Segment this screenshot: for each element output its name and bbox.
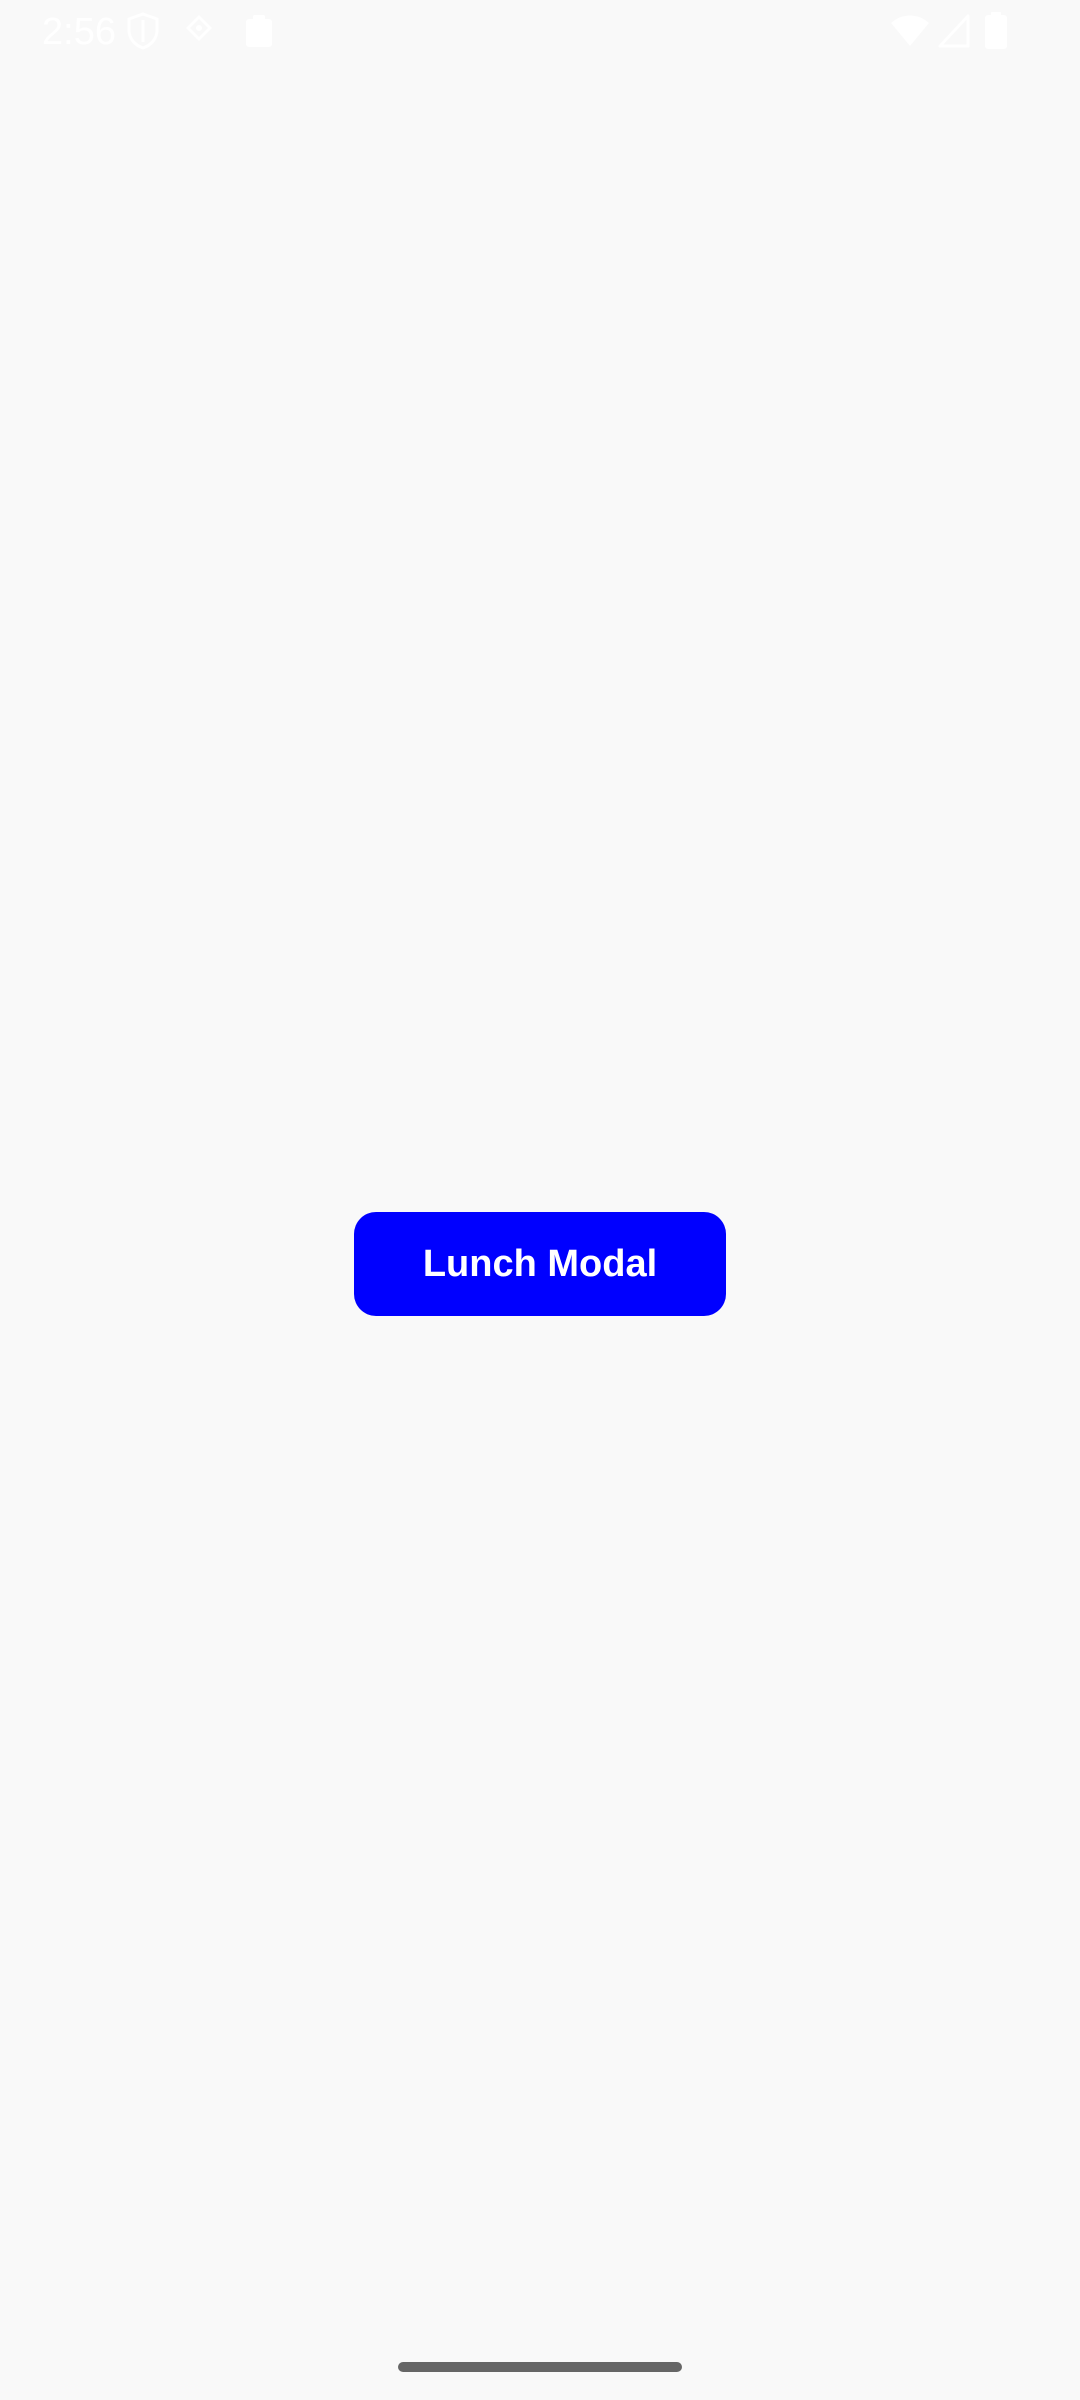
notification-icon [184, 14, 214, 46]
battery-icon [984, 12, 1008, 50]
clipboard-icon [244, 14, 274, 48]
launch-modal-button[interactable]: Lunch Modal [354, 1212, 726, 1316]
main-content: Lunch Modal [0, 64, 1080, 2364]
wifi-icon [890, 14, 930, 48]
shield-icon [126, 12, 160, 50]
signal-icon [938, 14, 970, 48]
home-indicator[interactable] [398, 2362, 682, 2372]
status-time: 2:56 [42, 11, 116, 53]
status-bar: 2:56 [0, 0, 1080, 64]
